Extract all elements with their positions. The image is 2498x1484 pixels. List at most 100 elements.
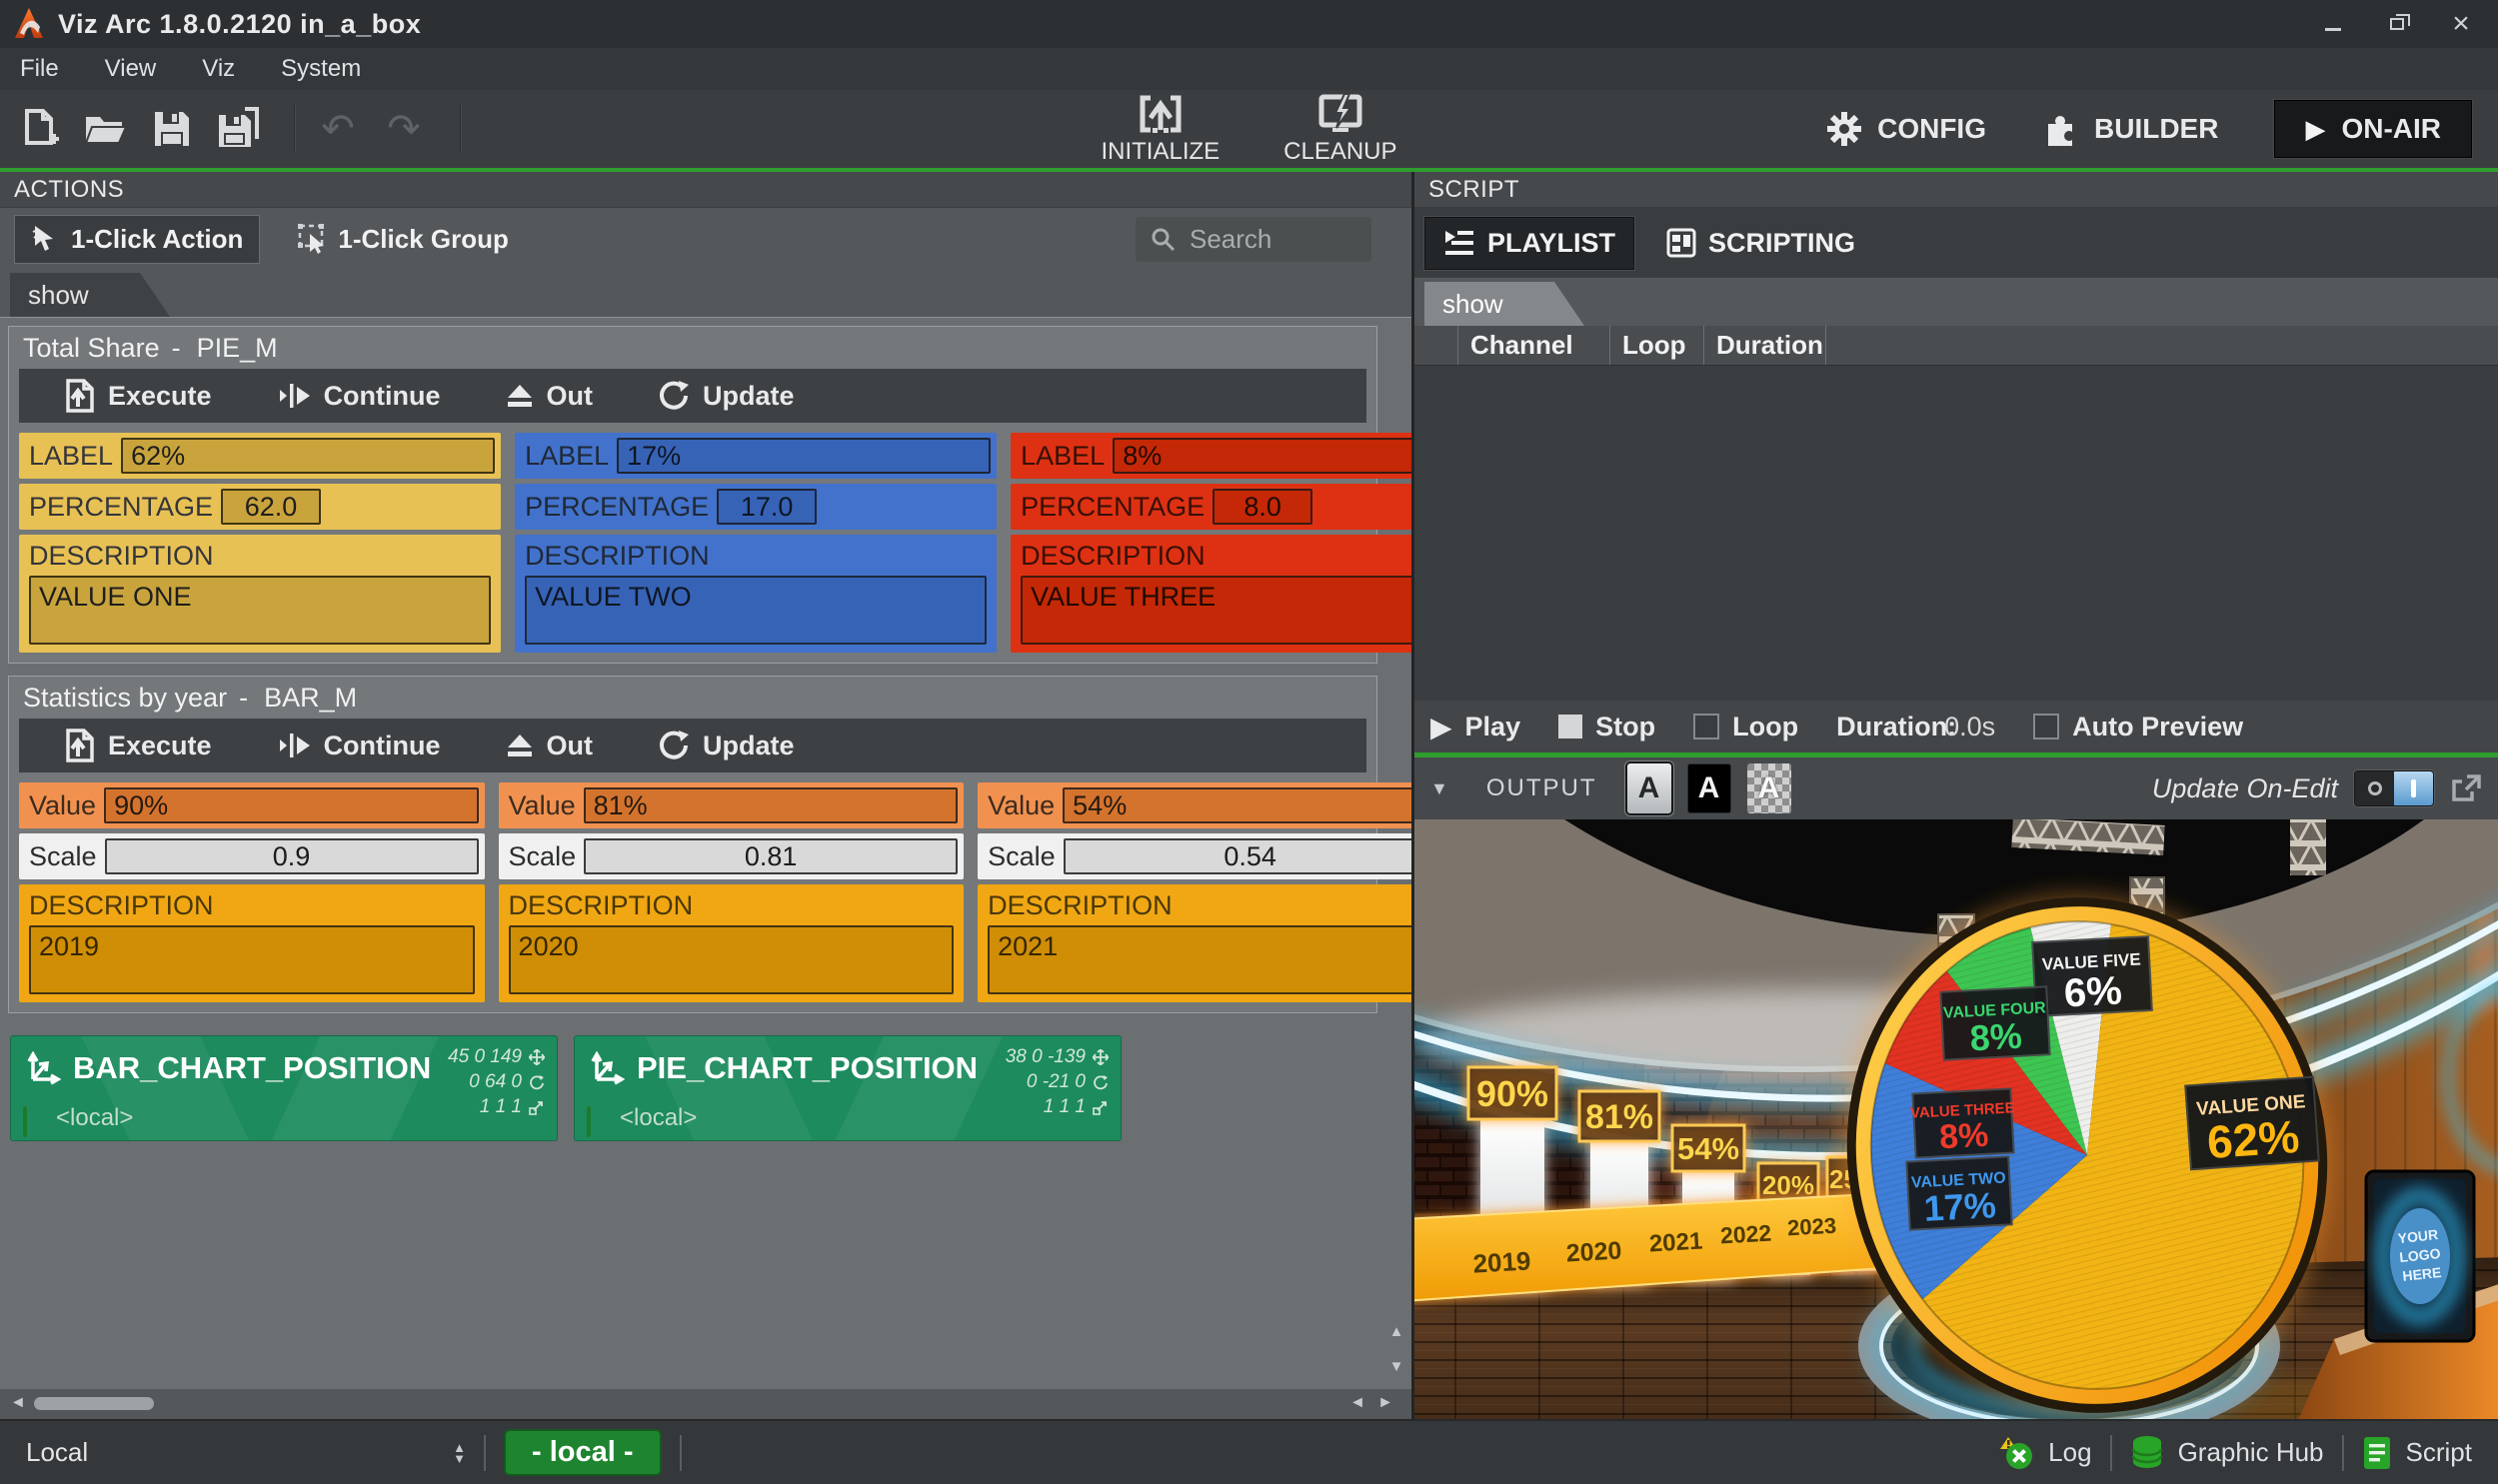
search-box[interactable] bbox=[1136, 217, 1371, 262]
horizontal-scrollbar[interactable]: ◄ ◄ ► bbox=[0, 1389, 1411, 1419]
auto-preview-label: Auto Preview bbox=[2072, 712, 2243, 742]
out-button[interactable]: Out bbox=[505, 731, 594, 761]
channel-monitor-icon bbox=[587, 1108, 611, 1128]
tab-playlist[interactable]: PLAYLIST bbox=[1424, 217, 1634, 270]
percentage-input[interactable] bbox=[717, 489, 817, 525]
graphic-hub-status[interactable]: Graphic Hub bbox=[2130, 1435, 2324, 1471]
action-bar-chart-position[interactable]: BAR_CHART_POSITION 45 0 149 0 64 0 1 1 1… bbox=[10, 1035, 558, 1141]
log-status[interactable]: Log bbox=[1998, 1435, 2091, 1471]
svg-text:62%: 62% bbox=[2205, 1110, 2300, 1168]
collapse-icon[interactable]: ▼ bbox=[1430, 778, 1448, 799]
svg-text:81%: 81% bbox=[1585, 1098, 1653, 1136]
stop-button[interactable]: Stop bbox=[1558, 712, 1655, 742]
vertical-scrollbar[interactable]: ▲ ▼ bbox=[1385, 322, 1407, 1385]
percentage-input[interactable] bbox=[221, 489, 321, 525]
execute-button[interactable]: Execute bbox=[64, 729, 212, 762]
auto-preview-checkbox[interactable] bbox=[2033, 714, 2059, 740]
toolbar-separator bbox=[460, 105, 462, 153]
toolbar-separator bbox=[294, 105, 296, 153]
value-input[interactable] bbox=[104, 787, 478, 823]
menu-view[interactable]: View bbox=[105, 55, 157, 83]
close-button[interactable]: × bbox=[2446, 9, 2476, 39]
output-mode-alpha-button[interactable]: A bbox=[1747, 763, 1791, 813]
onair-button[interactable]: ▶ ON-AIR bbox=[2274, 100, 2472, 158]
scale-icon bbox=[529, 1099, 545, 1115]
channel-badge[interactable]: - local - bbox=[504, 1429, 662, 1476]
menu-file[interactable]: File bbox=[20, 55, 59, 83]
popout-window-icon[interactable] bbox=[2450, 773, 2482, 803]
percentage-input[interactable] bbox=[1213, 489, 1312, 525]
description-input[interactable]: VALUE TWO bbox=[525, 576, 987, 645]
maximize-button[interactable] bbox=[2382, 9, 2412, 39]
script-status[interactable]: Script bbox=[2362, 1435, 2472, 1471]
action-name: PIE_CHART_POSITION bbox=[637, 1050, 978, 1086]
minimize-button[interactable] bbox=[2318, 9, 2348, 39]
output-mode-fill-button[interactable]: A bbox=[1627, 763, 1671, 813]
output-viewport: YOUR LOGO HERE bbox=[1414, 819, 2498, 1419]
one-click-action-button[interactable]: 1-Click Action bbox=[14, 215, 260, 264]
svg-text:2023: 2023 bbox=[1786, 1213, 1836, 1241]
scale-input[interactable] bbox=[105, 838, 479, 874]
description-input[interactable]: 2021 bbox=[988, 925, 1411, 994]
profile-select[interactable]: Local ▲▼ bbox=[26, 1437, 466, 1468]
continue-icon bbox=[276, 732, 312, 759]
out-button[interactable]: Out bbox=[505, 381, 594, 412]
description-input[interactable]: 2020 bbox=[509, 925, 955, 994]
label-input[interactable] bbox=[617, 438, 991, 474]
undo-button[interactable]: ↶ bbox=[312, 101, 364, 157]
action-pie-chart-position[interactable]: PIE_CHART_POSITION 38 0 -139 0 -21 0 1 1… bbox=[574, 1035, 1122, 1141]
update-button[interactable]: Update bbox=[657, 379, 795, 413]
playlist-body[interactable] bbox=[1414, 366, 2498, 701]
loop-checkbox[interactable] bbox=[1693, 714, 1719, 740]
menubar: File View Viz System bbox=[0, 48, 2498, 90]
description-input[interactable]: VALUE THREE bbox=[1021, 576, 1411, 645]
update-button[interactable]: Update bbox=[657, 729, 795, 762]
output-mode-key-button[interactable]: A bbox=[1687, 763, 1731, 813]
description-input[interactable]: VALUE ONE bbox=[29, 576, 491, 645]
duration-label: Duration: bbox=[1836, 712, 1956, 742]
actions-header: ACTIONS bbox=[0, 172, 1411, 208]
play-button[interactable]: ▶ Play bbox=[1430, 711, 1520, 743]
execute-button[interactable]: Execute bbox=[64, 379, 212, 413]
svg-text:2019: 2019 bbox=[1472, 1245, 1531, 1278]
scale-input[interactable] bbox=[584, 838, 958, 874]
redo-button[interactable]: ↷ bbox=[378, 101, 430, 157]
label-input[interactable] bbox=[121, 438, 495, 474]
tab-scripting[interactable]: SCRIPTING bbox=[1648, 218, 1873, 269]
save-all-button[interactable] bbox=[212, 101, 264, 157]
value-input[interactable] bbox=[1063, 787, 1411, 823]
statusbar: Local ▲▼ - local - Log Graphic Hub Scrip… bbox=[0, 1419, 2498, 1484]
config-button[interactable]: CONFIG bbox=[1825, 110, 1986, 148]
new-file-icon bbox=[19, 107, 61, 151]
group-template: BAR_M bbox=[264, 683, 357, 714]
menu-viz[interactable]: Viz bbox=[202, 55, 235, 83]
log-icon bbox=[1998, 1435, 2034, 1471]
description-input[interactable]: 2019 bbox=[29, 925, 475, 994]
script-panel: SCRIPT PLAYLIST SCRIPTING show Channel L… bbox=[1414, 172, 2498, 1419]
tab-show[interactable]: show bbox=[1424, 282, 1584, 326]
one-click-group-button[interactable]: 1-Click Group bbox=[280, 216, 524, 263]
new-project-button[interactable] bbox=[14, 101, 66, 157]
builder-button[interactable]: BUILDER bbox=[2042, 110, 2218, 148]
play-icon: ▶ bbox=[1430, 711, 1452, 743]
search-input[interactable] bbox=[1188, 223, 1357, 256]
transform-axes-icon bbox=[589, 1051, 625, 1085]
scale-input[interactable] bbox=[1064, 838, 1411, 874]
profile-value: Local bbox=[26, 1437, 88, 1468]
label-input[interactable] bbox=[1113, 438, 1411, 474]
continue-button[interactable]: Continue bbox=[276, 381, 441, 412]
update-on-edit-toggle[interactable] bbox=[2354, 770, 2434, 806]
scrollbar-thumb[interactable] bbox=[34, 1397, 154, 1410]
cleanup-button[interactable]: CLEANUP bbox=[1283, 92, 1396, 166]
save-button[interactable] bbox=[146, 101, 198, 157]
group-total-share: Total Share - PIE_M Execute Continue bbox=[8, 326, 1377, 664]
value-input[interactable] bbox=[584, 787, 958, 823]
initialize-button[interactable]: INITIALIZE bbox=[1101, 92, 1220, 166]
move-icon bbox=[529, 1049, 545, 1065]
open-project-button[interactable] bbox=[80, 101, 132, 157]
initialize-icon bbox=[1137, 92, 1185, 136]
continue-button[interactable]: Continue bbox=[276, 731, 441, 761]
tab-show[interactable]: show bbox=[10, 273, 170, 317]
menu-system[interactable]: System bbox=[281, 55, 361, 83]
search-icon bbox=[1150, 226, 1176, 252]
